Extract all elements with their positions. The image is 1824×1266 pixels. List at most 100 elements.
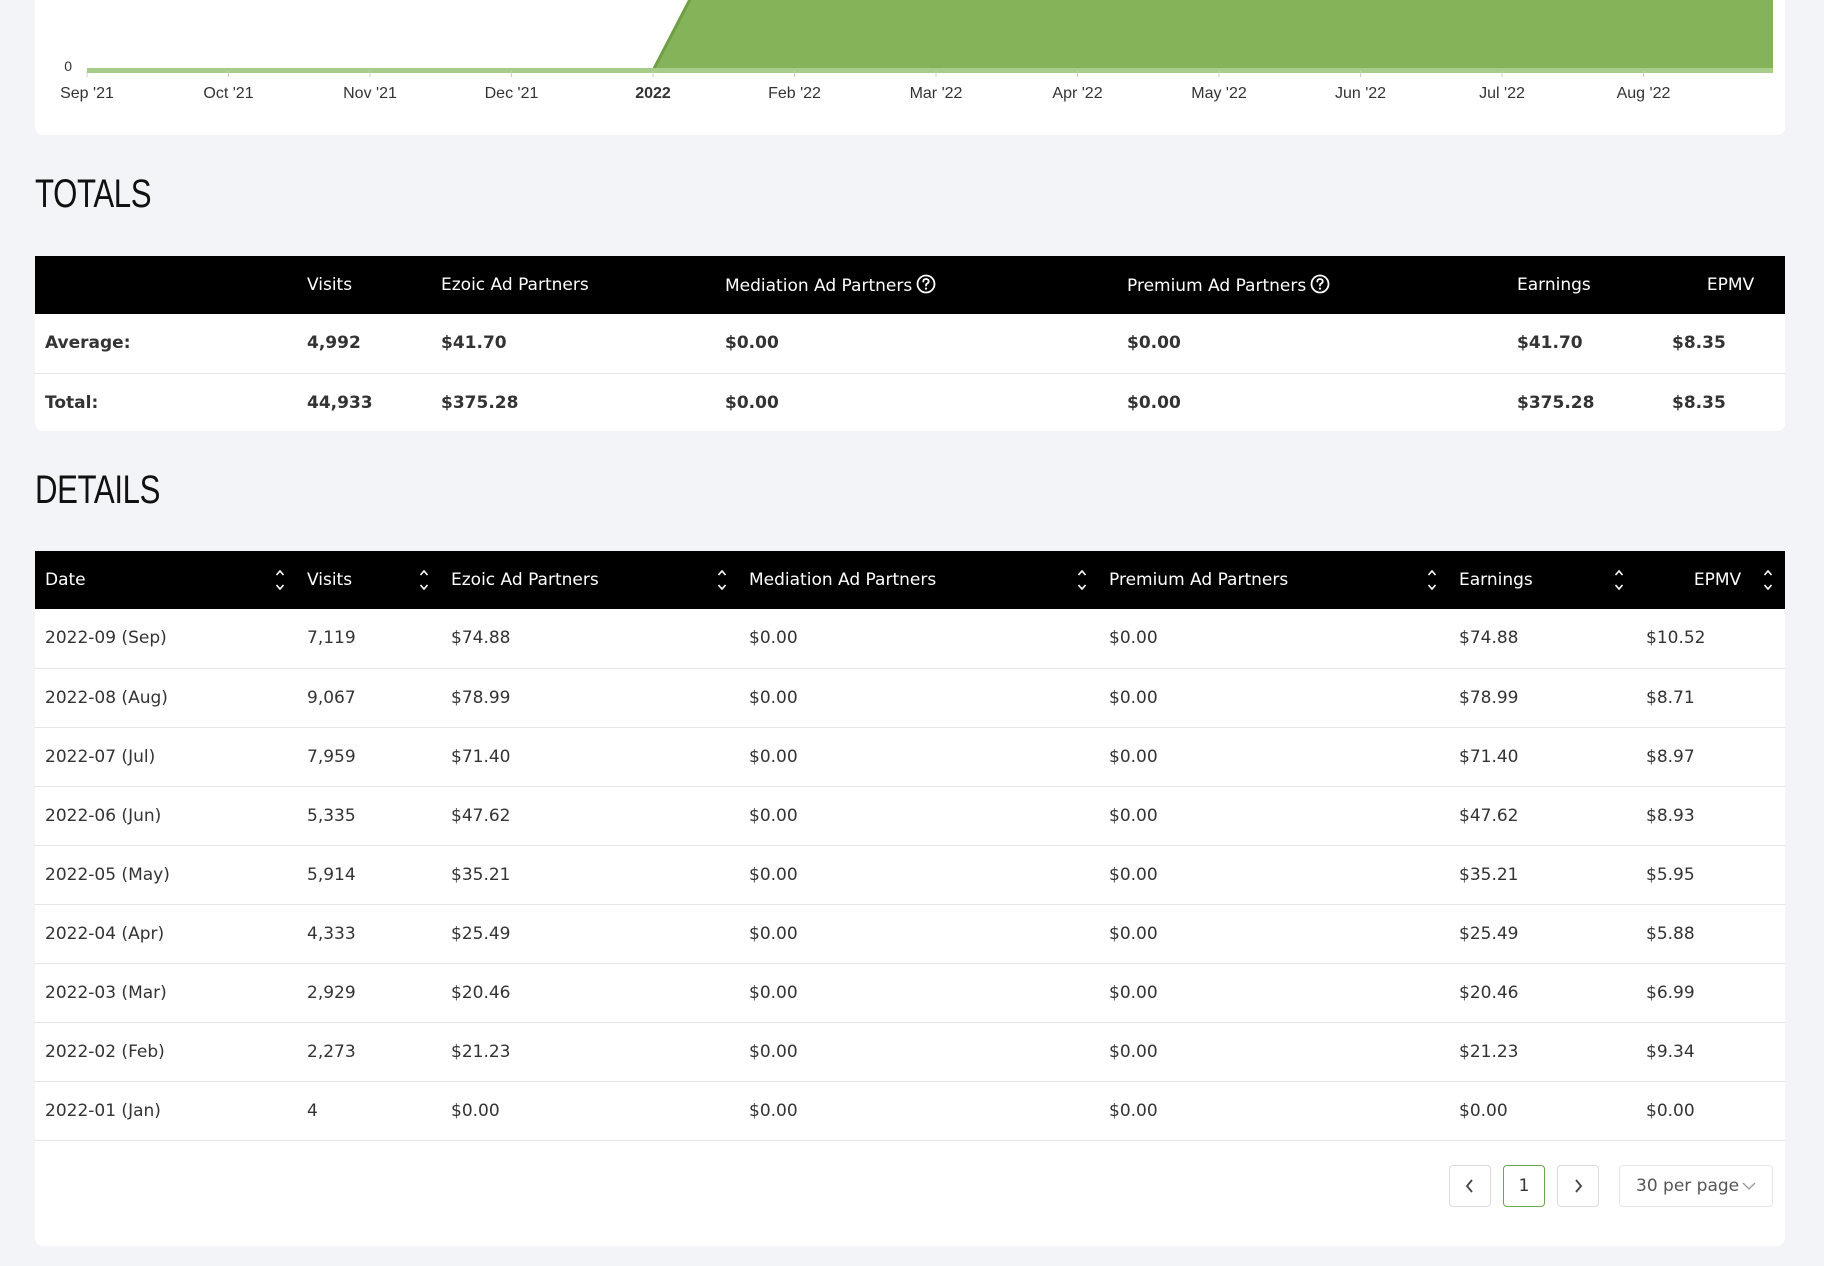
- cell-mediation-ad-partners: $0.00: [725, 392, 779, 413]
- cell-date: 2022-03 (Mar): [35, 963, 297, 1023]
- sort-arrows-icon[interactable]: [1427, 567, 1437, 593]
- cell-date: 2022-06 (Jun): [35, 786, 297, 846]
- cell-premium-ad-partners: $0.00: [1127, 392, 1181, 413]
- details-header-date[interactable]: Date: [35, 551, 297, 609]
- y-tick-label: 0: [64, 58, 72, 74]
- chevron-right-icon: [1575, 1179, 1583, 1193]
- cell-date: 2022-09 (Sep): [35, 609, 297, 669]
- x-tick-label: Mar '22: [910, 85, 963, 102]
- question-circle-icon[interactable]: [916, 274, 936, 294]
- cell-premium-ad-partners: $0.00: [1099, 845, 1449, 905]
- next-page-button[interactable]: [1557, 1165, 1599, 1207]
- sort-arrows-icon[interactable]: [275, 567, 285, 593]
- column-label: Premium Ad Partners: [1127, 276, 1307, 296]
- visits-area-chart: 0 Sep '21 Oct '21 Nov '21 Dec '21 2022 Feb '22…: [60, 0, 1773, 102]
- cell-earnings: $71.40: [1449, 727, 1636, 787]
- prev-page-button[interactable]: [1449, 1165, 1491, 1207]
- cell-mediation-ad-partners: $0.00: [739, 845, 1099, 905]
- details-header-visits[interactable]: Visits: [297, 551, 441, 609]
- details-header-mediation-ad-partners[interactable]: Mediation Ad Partners: [739, 551, 1099, 609]
- cell-premium-ad-partners: $0.00: [1099, 727, 1449, 787]
- x-tick-label: 2022: [635, 85, 671, 102]
- visits-area: [87, 0, 1773, 71]
- cell-date: 2022-07 (Jul): [35, 727, 297, 787]
- column-label: Mediation Ad Partners: [749, 570, 937, 590]
- cell-mediation-ad-partners: $0.00: [739, 668, 1099, 728]
- cell-visits: 44,933: [307, 392, 373, 413]
- cell-earnings: $25.49: [1449, 904, 1636, 964]
- cell-mediation-ad-partners: $0.00: [715, 314, 1117, 374]
- cell-mediation-ad-partners: $0.00: [739, 963, 1099, 1023]
- cell-epmv: $10.52: [1636, 609, 1785, 669]
- cell-ezoic-ad-partners: $0.00: [441, 1081, 739, 1141]
- x-tick-label: Dec '21: [485, 85, 539, 102]
- column-label: Ezoic Ad Partners: [451, 570, 599, 590]
- column-label: Earnings: [1459, 570, 1533, 590]
- per-page-value: 30 per page: [1636, 1176, 1740, 1196]
- cell-visits: 4,333: [297, 904, 441, 964]
- details-title: DETAILS: [35, 468, 160, 512]
- details-header-earnings[interactable]: Earnings: [1449, 551, 1636, 609]
- details-header-premium-ad-partners[interactable]: Premium Ad Partners: [1099, 551, 1449, 609]
- page-1-button[interactable]: 1: [1503, 1165, 1545, 1207]
- baseline: [87, 68, 1773, 73]
- cell-date: 2022-01 (Jan): [35, 1081, 297, 1141]
- table-row: 2022-04 (Apr) 4,333 $25.49 $0.00 $0.00 $25.49…: [35, 904, 1785, 964]
- cell-visits: 4,992: [297, 314, 431, 374]
- cell-earnings: $0.00: [1449, 1081, 1636, 1141]
- totals-table-card: Visits Ezoic Ad Partners Mediation Ad Part…: [35, 256, 1785, 431]
- per-page-select[interactable]: 30 per page: [1619, 1165, 1773, 1207]
- cell-earnings: $74.88: [1449, 609, 1636, 669]
- totals-header-earnings: Earnings: [1507, 256, 1662, 314]
- cell-mediation-ad-partners: $0.00: [739, 786, 1099, 846]
- column-label: Date: [45, 570, 86, 590]
- cell-premium-ad-partners: $0.00: [1099, 1022, 1449, 1082]
- sort-arrows-icon[interactable]: [1763, 567, 1773, 593]
- cell-premium-ad-partners: $0.00: [1099, 904, 1449, 964]
- column-label: Visits: [307, 275, 353, 295]
- cell-label: Total:: [45, 392, 99, 413]
- sort-arrows-icon[interactable]: [717, 567, 727, 593]
- cell-ezoic-ad-partners: $375.28: [441, 392, 519, 413]
- table-row: 2022-05 (May) 5,914 $35.21 $0.00 $0.00 $35.21…: [35, 845, 1785, 905]
- cell-epmv: $8.71: [1636, 668, 1785, 728]
- cell-epmv: $8.35: [1662, 314, 1785, 374]
- cell-mediation-ad-partners: $0.00: [739, 904, 1099, 964]
- sort-arrows-icon[interactable]: [1077, 567, 1087, 593]
- cell-mediation-ad-partners: $0.00: [739, 1022, 1099, 1082]
- cell-date: 2022-04 (Apr): [35, 904, 297, 964]
- chevron-left-icon: [1465, 1179, 1473, 1193]
- x-tick-label: Apr '22: [1052, 85, 1102, 102]
- x-tick-label: Sep '21: [60, 85, 114, 102]
- cell-premium-ad-partners: $0.00: [1099, 786, 1449, 846]
- cell-ezoic-ad-partners: $71.40: [441, 727, 739, 787]
- details-table-card: Date Visits Ezoic Ad Partners Mediation Ad …: [35, 551, 1785, 1246]
- table-row: 2022-07 (Jul) 7,959 $71.40 $0.00 $0.00 $71.40…: [35, 727, 1785, 787]
- details-header-epmv[interactable]: EPMV: [1636, 551, 1785, 609]
- cell-premium-ad-partners: $0.00: [1117, 314, 1507, 374]
- cell-ezoic-ad-partners: $47.62: [441, 786, 739, 846]
- table-row: 2022-03 (Mar) 2,929 $20.46 $0.00 $0.00 $20.46…: [35, 963, 1785, 1023]
- totals-title: TOTALS: [35, 172, 152, 216]
- x-tick-label: Nov '21: [343, 85, 397, 102]
- x-tick-label: Jul '22: [1479, 85, 1525, 102]
- cell-ezoic-ad-partners: $41.70: [431, 314, 715, 374]
- cell-earnings: $20.46: [1449, 963, 1636, 1023]
- totals-header-visits: Visits: [297, 256, 431, 314]
- cell-premium-ad-partners: $0.00: [1099, 668, 1449, 728]
- cell-earnings: $35.21: [1449, 845, 1636, 905]
- column-label: EPMV: [1693, 570, 1742, 590]
- sort-arrows-icon[interactable]: [1614, 567, 1624, 593]
- question-circle-icon[interactable]: [1310, 274, 1330, 294]
- details-header-ezoic-ad-partners[interactable]: Ezoic Ad Partners: [441, 551, 739, 609]
- sort-arrows-icon[interactable]: [419, 567, 429, 593]
- cell-epmv: $5.95: [1636, 845, 1785, 905]
- table-row: 2022-02 (Feb) 2,273 $21.23 $0.00 $0.00 $21.23…: [35, 1022, 1785, 1082]
- x-tick-label: Jun '22: [1335, 85, 1386, 102]
- cell-epmv: $8.35: [1672, 392, 1726, 413]
- cell-date: 2022-08 (Aug): [35, 668, 297, 728]
- totals-header-mediation-ad-partners: Mediation Ad Partners: [715, 256, 1117, 314]
- cell-premium-ad-partners: $0.00: [1099, 963, 1449, 1023]
- cell-ezoic-ad-partners: $74.88: [441, 609, 739, 669]
- table-row: Total: 44,933 $375.28 $0.00 $0.00 $375.28 $8.3…: [35, 373, 1785, 431]
